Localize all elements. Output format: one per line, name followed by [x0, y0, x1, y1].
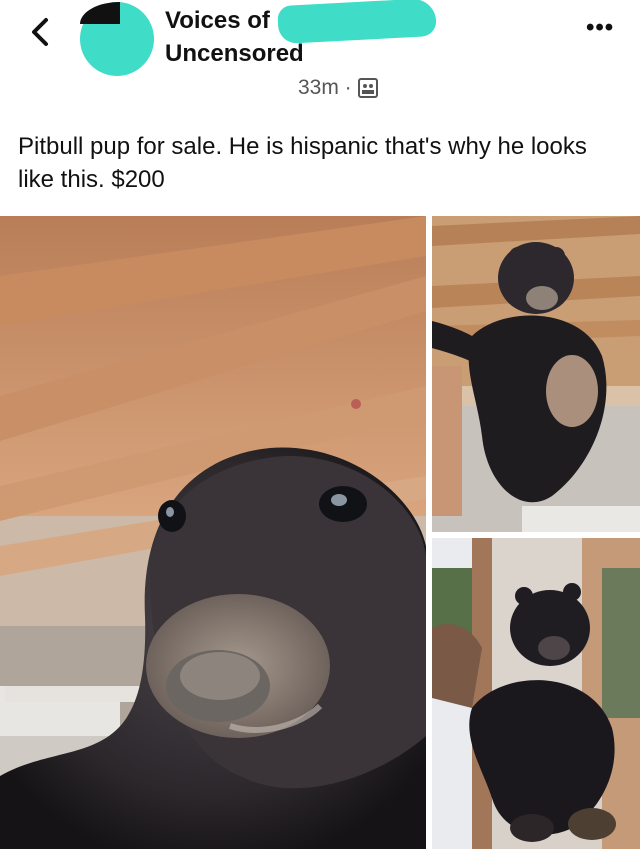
photo-bottom-right[interactable] — [432, 538, 640, 849]
group-icon — [357, 78, 378, 98]
back-button[interactable] — [22, 12, 62, 52]
redaction-mark — [277, 0, 437, 45]
more-options-button[interactable]: ••• — [586, 14, 614, 42]
post-caption: Pitbull pup for sale. He is hispanic tha… — [18, 133, 587, 193]
photo-top-right[interactable] — [432, 216, 640, 532]
photo-grid — [0, 216, 640, 849]
post-header: Voices of Uncensored 33m · ••• — [0, 0, 640, 120]
avatar-edge — [80, 2, 120, 24]
photo-main[interactable] — [0, 216, 426, 849]
timestamp: 33m · — [298, 76, 352, 99]
bear-porch-image — [432, 538, 640, 849]
bear-closeup-image — [0, 216, 426, 849]
chevron-left-icon — [32, 18, 48, 46]
more-dots-icon: ••• — [586, 14, 615, 41]
bear-ceiling-image — [432, 216, 640, 532]
post-meta: 33m · — [298, 76, 378, 100]
page-name-line2: Uncensored — [165, 40, 304, 67]
